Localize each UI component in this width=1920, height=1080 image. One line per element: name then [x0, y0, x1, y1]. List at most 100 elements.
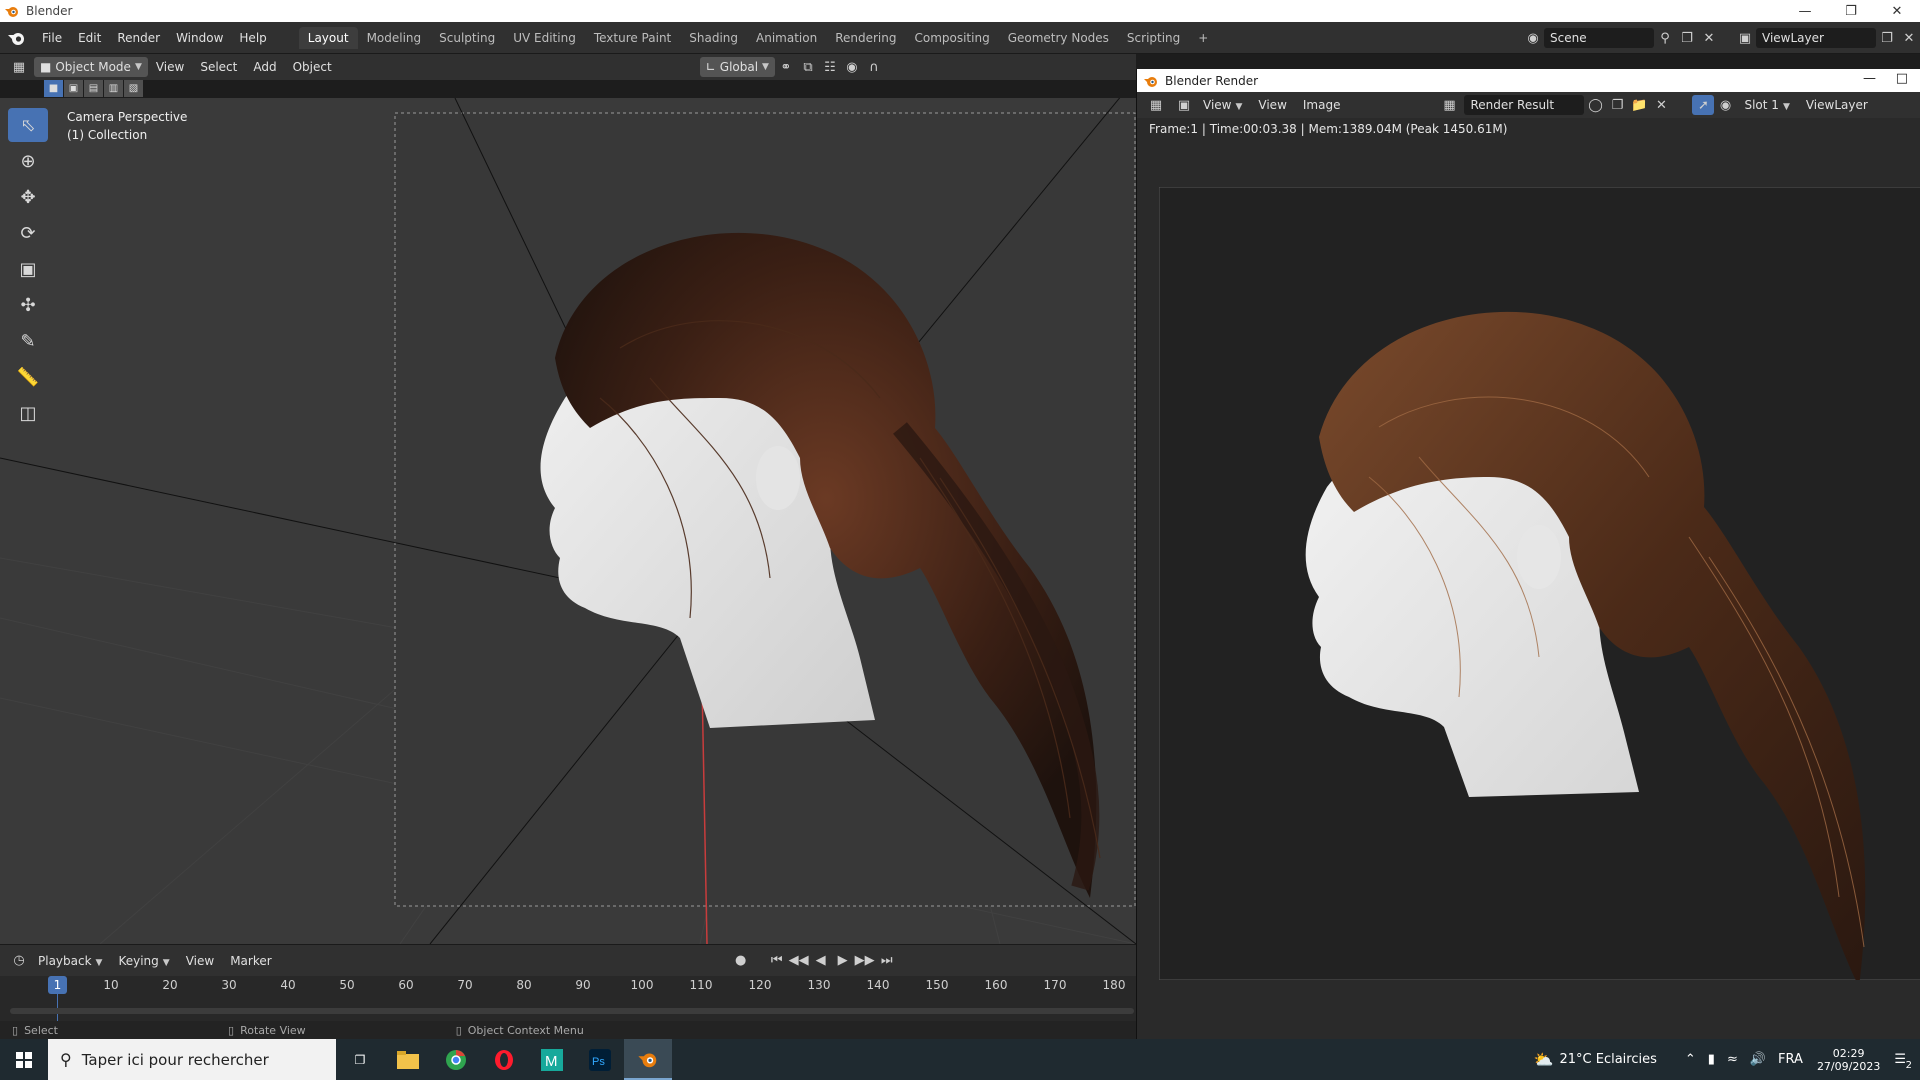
image-browse-icon[interactable]: ▦	[1438, 95, 1460, 115]
falloff-icon[interactable]: ∩	[863, 57, 885, 77]
tab-shading[interactable]: Shading	[680, 27, 747, 49]
rotate-tool-icon[interactable]: ⟳	[8, 216, 48, 250]
menu-help[interactable]: Help	[231, 27, 274, 49]
next-keyframe-icon[interactable]: ▶▶	[854, 951, 876, 971]
select-subtract-icon[interactable]: ▤	[84, 80, 103, 97]
menu-edit[interactable]: Edit	[70, 27, 109, 49]
view-layer-selector-icon[interactable]: ▣	[1734, 28, 1756, 48]
tl-menu-playback[interactable]: Playback ▼	[30, 950, 110, 972]
vp-menu-add[interactable]: Add	[245, 56, 284, 78]
menu-file[interactable]: File	[34, 27, 70, 49]
tab-geometry-nodes[interactable]: Geometry Nodes	[999, 27, 1118, 49]
move-tool-icon[interactable]: ✥	[8, 180, 48, 214]
select-invert-icon[interactable]: ▥	[104, 80, 123, 97]
render-menu-image[interactable]: Image	[1295, 94, 1349, 116]
scene-name-field[interactable]: Scene	[1544, 28, 1654, 48]
jump-start-icon[interactable]: ⏮	[766, 951, 788, 971]
tab-texture-paint[interactable]: Texture Paint	[585, 27, 680, 49]
render-result-image[interactable]	[1159, 187, 1920, 980]
tl-menu-view[interactable]: View	[178, 950, 222, 972]
clock[interactable]: 02:29 27/09/2023	[1817, 1047, 1880, 1073]
vp-menu-object[interactable]: Object	[285, 56, 340, 78]
tab-rendering[interactable]: Rendering	[826, 27, 905, 49]
image-editor-type-icon[interactable]: ▦	[1145, 95, 1167, 115]
taskbar-search[interactable]: ⚲ Taper ici pour rechercher	[48, 1039, 336, 1080]
gizmo-icon[interactable]: ➚	[1692, 95, 1715, 115]
play-reverse-icon[interactable]: ◀	[810, 951, 832, 971]
opera-icon[interactable]	[480, 1039, 528, 1080]
menu-render[interactable]: Render	[109, 27, 168, 49]
prev-keyframe-icon[interactable]: ◀◀	[788, 951, 810, 971]
current-frame-indicator[interactable]: 1	[48, 976, 67, 994]
render-minimize-icon[interactable]: —	[1863, 71, 1876, 86]
play-icon[interactable]: ▶	[832, 951, 854, 971]
orientation-dropdown[interactable]: ∟ Global ▼	[699, 57, 775, 77]
fake-user-icon[interactable]: ◯	[1584, 95, 1606, 115]
render-maximize-icon[interactable]: □	[1896, 71, 1908, 86]
jump-end-icon[interactable]: ⏭	[876, 951, 898, 971]
tray-chevron-up-icon[interactable]: ⌃	[1685, 1052, 1696, 1067]
mode-dropdown[interactable]: ■ Object Mode ▼	[34, 57, 148, 77]
overlay-icon[interactable]: ◉	[1714, 95, 1736, 115]
delete-scene-icon[interactable]: ✕	[1698, 28, 1720, 48]
blender-taskbar-icon[interactable]	[624, 1039, 672, 1080]
open-image-icon[interactable]: 📁	[1628, 95, 1650, 115]
tab-modeling[interactable]: Modeling	[358, 27, 431, 49]
annotate-tool-icon[interactable]: ✎	[8, 324, 48, 358]
tab-scripting[interactable]: Scripting	[1118, 27, 1189, 49]
file-explorer-icon[interactable]	[384, 1039, 432, 1080]
battery-icon[interactable]: ▮	[1708, 1052, 1715, 1067]
snap-target-icon[interactable]: ☷	[819, 57, 841, 77]
weather-text[interactable]: 21°C Eclaircies	[1559, 1052, 1656, 1067]
render-menu-view[interactable]: View	[1250, 94, 1294, 116]
restore-icon[interactable]: ❐	[1828, 0, 1874, 22]
select-box-tool-icon[interactable]: ⬁	[8, 108, 48, 142]
unlink-image-icon[interactable]: ✕	[1650, 95, 1672, 115]
select-intersect-icon[interactable]: ▧	[124, 80, 143, 97]
timeline-editor-icon[interactable]: ◷	[8, 951, 30, 971]
measure-tool-icon[interactable]: 📏	[8, 360, 48, 394]
pivot-icon[interactable]: ⚭	[775, 57, 797, 77]
render-view-layer-label[interactable]: ViewLayer	[1798, 94, 1876, 116]
image-view-mode-icon[interactable]: ▣	[1173, 95, 1195, 115]
proportional-edit-icon[interactable]: ◉	[841, 57, 863, 77]
tab-uv-editing[interactable]: UV Editing	[504, 27, 585, 49]
cursor-tool-icon[interactable]: ⊕	[8, 144, 48, 178]
tab-layout[interactable]: Layout	[298, 27, 358, 49]
maya-icon[interactable]: M	[528, 1039, 576, 1080]
new-scene-icon[interactable]: ❐	[1676, 28, 1698, 48]
transform-tool-icon[interactable]: ✣	[8, 288, 48, 322]
render-view-dropdown[interactable]: View ▼	[1195, 94, 1250, 116]
scene-selector-icon[interactable]: ◉	[1522, 28, 1544, 48]
pin-scene-icon[interactable]: ⚲	[1654, 28, 1676, 48]
tab-animation[interactable]: Animation	[747, 27, 826, 49]
input-language[interactable]: FRA	[1778, 1052, 1803, 1067]
slot-dropdown[interactable]: Slot 1 ▼	[1736, 94, 1797, 116]
tl-menu-keying[interactable]: Keying ▼	[110, 950, 177, 972]
snap-icon[interactable]: ⧉	[797, 57, 819, 77]
new-image-icon[interactable]: ❐	[1606, 95, 1628, 115]
timeline-body[interactable]: 1 10 20 30 40 50 60 70 80 90 100 110 120 130 140 150 16…	[0, 976, 1136, 1021]
delete-view-layer-icon[interactable]: ✕	[1898, 28, 1920, 48]
add-cube-tool-icon[interactable]: ◫	[8, 396, 48, 430]
timeline-scrollbar[interactable]	[10, 1008, 1134, 1014]
blender-menu-icon[interactable]	[0, 27, 34, 49]
new-view-layer-icon[interactable]: ❐	[1876, 28, 1898, 48]
render-result-field[interactable]: Render Result	[1464, 95, 1585, 115]
tab-sculpting[interactable]: Sculpting	[430, 27, 504, 49]
select-extend-icon[interactable]: ▣	[64, 80, 83, 97]
windows-start-icon[interactable]	[0, 1039, 48, 1080]
notifications-icon[interactable]: ☰ 2	[1894, 1052, 1912, 1071]
editor-type-icon[interactable]: ▦	[8, 57, 30, 77]
3d-viewport[interactable]: Camera Perspective (1) Collection	[0, 98, 1136, 944]
select-new-icon[interactable]: ■	[44, 80, 63, 97]
tab-compositing[interactable]: Compositing	[905, 27, 998, 49]
menu-window[interactable]: Window	[168, 27, 231, 49]
record-icon[interactable]: ●	[730, 951, 752, 971]
close-icon[interactable]: ✕	[1874, 0, 1920, 22]
wifi-icon[interactable]: ≈	[1727, 1052, 1738, 1067]
photoshop-icon[interactable]: Ps	[576, 1039, 624, 1080]
view-layer-field[interactable]: ViewLayer	[1756, 28, 1876, 48]
tl-menu-marker[interactable]: Marker	[222, 950, 279, 972]
scale-tool-icon[interactable]: ▣	[8, 252, 48, 286]
